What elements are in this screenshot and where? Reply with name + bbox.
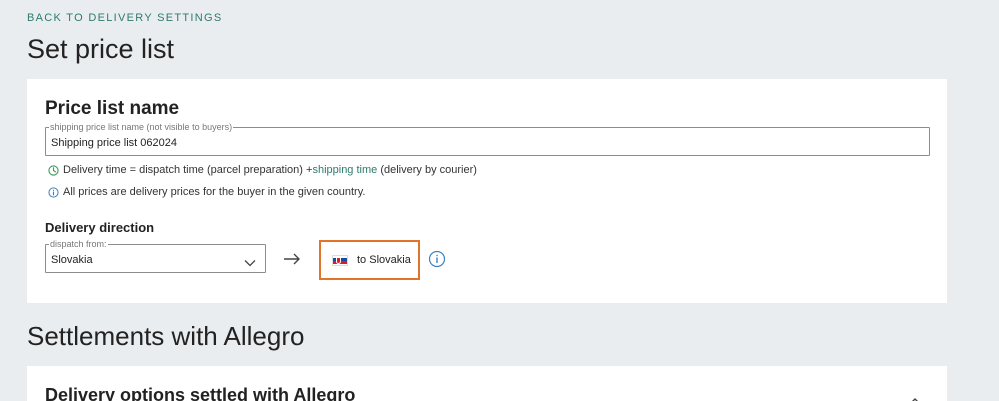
arrow-right-icon <box>283 252 301 265</box>
price-list-name-legend: shipping price list name (not visible to… <box>49 122 234 132</box>
delivery-options-heading: Delivery options settled with Allegro <box>45 385 356 401</box>
delivery-time-note: Delivery time = dispatch time (parcel pr… <box>48 164 477 176</box>
dispatch-from-select[interactable]: dispatch from: Slovakia <box>45 239 266 273</box>
shipping-time-link[interactable]: shipping time <box>312 164 377 176</box>
delivery-time-suffix: (delivery by courier) <box>377 164 477 176</box>
clock-icon <box>48 164 59 176</box>
price-list-name-value: Shipping price list 062024 <box>51 137 177 149</box>
page-title: Set price list <box>27 34 175 64</box>
destination-country-label: to Slovakia <box>357 254 411 266</box>
settlements-heading: Settlements with Allegro <box>27 321 305 351</box>
prices-note: All prices are delivery prices for the b… <box>48 186 365 198</box>
price-list-name-input[interactable]: shipping price list name (not visible to… <box>45 122 930 156</box>
chevron-up-icon[interactable] <box>908 393 922 401</box>
back-to-delivery-settings-link[interactable]: BACK TO DELIVERY SETTINGS <box>27 12 223 24</box>
prices-note-text: All prices are delivery prices for the b… <box>63 186 366 198</box>
destination-country-box[interactable]: to Slovakia <box>319 240 420 280</box>
info-circle-icon[interactable] <box>428 250 446 268</box>
delivery-time-text: Delivery time = dispatch time (parcel pr… <box>63 164 313 176</box>
dispatch-from-legend: dispatch from: <box>49 239 108 249</box>
info-icon <box>48 186 59 198</box>
price-list-card: Price list name shipping price list name… <box>27 79 947 303</box>
price-list-name-heading: Price list name <box>45 98 180 119</box>
delivery-options-card: Delivery options settled with Allegro <box>27 366 947 401</box>
delivery-direction-heading: Delivery direction <box>45 220 155 235</box>
dispatch-from-value: Slovakia <box>51 254 93 266</box>
chevron-down-icon <box>244 254 256 267</box>
slovakia-flag-icon <box>332 254 348 266</box>
